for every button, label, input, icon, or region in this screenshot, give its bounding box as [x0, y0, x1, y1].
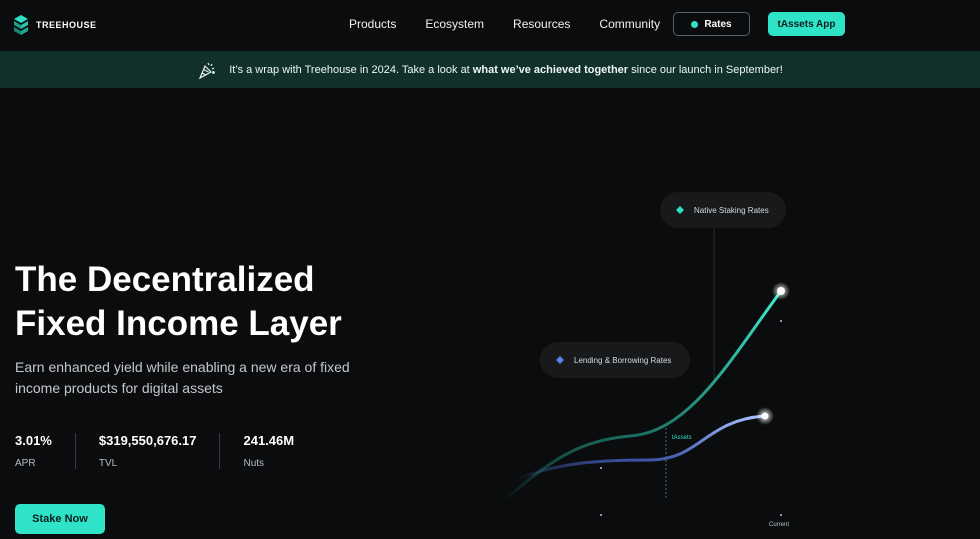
stat-tvl-value: $319,550,676.17	[98, 433, 197, 448]
tick-dot	[600, 514, 602, 516]
nav-link-community[interactable]: Community	[599, 17, 660, 31]
stat-apr: 3.01% APR	[15, 433, 52, 469]
stat-nuts: 241.46M Nuts	[243, 433, 294, 469]
tick-dot	[780, 320, 782, 322]
stat-apr-value: 3.01%	[15, 433, 52, 448]
stats-row: 3.01% APR $319,550,676.17 TVL 241.46M Nu…	[15, 433, 294, 469]
diamond-icon	[556, 356, 564, 364]
rates-button-label: Rates	[704, 18, 732, 30]
nav-link-ecosystem[interactable]: Ecosystem	[425, 17, 484, 31]
nav-links: Products Ecosystem Resources Community	[349, 17, 689, 31]
stat-nuts-label: Nuts	[243, 458, 265, 469]
lending-borrowing-rates-pill: Lending & Borrowing Rates	[540, 342, 690, 378]
status-dot-icon	[691, 20, 699, 28]
stat-apr-label: APR	[15, 458, 36, 469]
banner-prefix: It’s a wrap with Treehouse in 2024. Take…	[229, 63, 473, 76]
hero-subtitle: Earn enhanced yield while enabling a new…	[15, 359, 350, 396]
native-staking-rates-pill: Native Staking Rates	[660, 192, 786, 228]
top-navigation: TREEHOUSE Products Ecosystem Resources C…	[0, 0, 980, 50]
banner-highlight-link[interactable]: what we’ve achieved together	[473, 64, 628, 76]
page-title: The Decentralized Fixed Income Layer	[15, 258, 435, 346]
treehouse-logo-icon	[14, 15, 28, 35]
diamond-icon	[676, 206, 684, 214]
logo-text: TREEHOUSE	[36, 20, 97, 30]
party-popper-icon	[199, 62, 216, 79]
stat-nuts-value: 241.46M	[243, 433, 295, 448]
banner-suffix: since our launch in September!	[628, 63, 783, 76]
stat-tvl-label: TVL	[98, 458, 118, 469]
lending-endpoint	[761, 412, 769, 420]
title-line-1: The Decentralized	[15, 260, 315, 299]
stat-tvl: $319,550,676.17 TVL	[99, 433, 197, 469]
rates-button[interactable]: Rates	[673, 12, 750, 36]
lending-borrowing-rates-label: Lending & Borrowing Rates	[574, 355, 672, 365]
nav-link-resources[interactable]: Resources	[513, 17, 570, 31]
stake-now-button[interactable]: Stake Now	[15, 504, 105, 534]
title-line-2: Fixed Income Layer	[15, 304, 342, 343]
current-label: Current	[769, 522, 789, 528]
announcement-banner: It’s a wrap with Treehouse in 2024. Take…	[0, 51, 980, 88]
banner-text: It’s a wrap with Treehouse in 2024. Take…	[229, 64, 783, 76]
tassets-app-button[interactable]: tAssets App	[768, 12, 845, 36]
nav-link-products[interactable]: Products	[349, 17, 396, 31]
tick-dot	[600, 467, 602, 469]
stat-divider	[219, 433, 221, 469]
tick-dot	[780, 514, 782, 516]
treehouse-logo[interactable]: TREEHOUSE	[14, 14, 97, 36]
lending-rates-curve	[513, 414, 767, 482]
stat-divider	[74, 433, 76, 469]
tassets-label: tAssets	[672, 435, 692, 441]
native-endpoint	[777, 287, 785, 295]
native-staking-rates-label: Native Staking Rates	[694, 205, 769, 215]
